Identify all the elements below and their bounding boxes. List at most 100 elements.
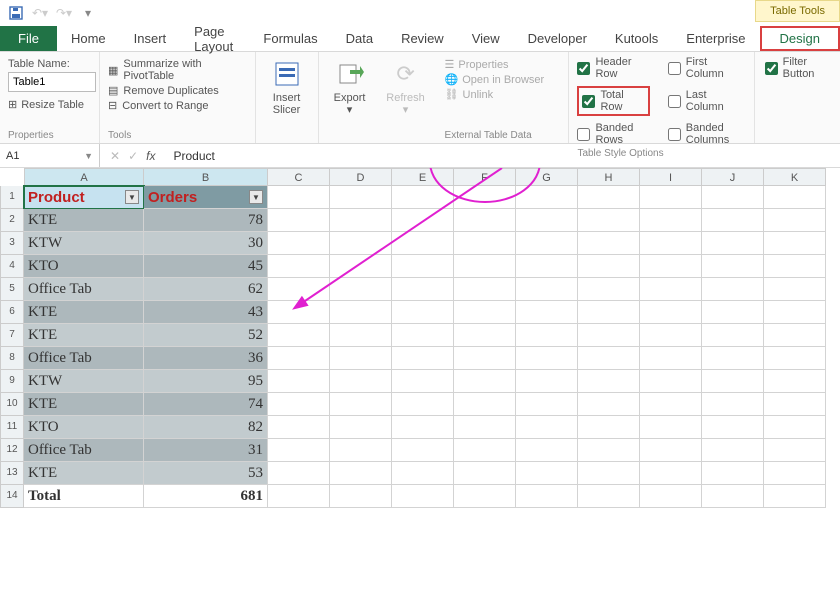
chk-last-column[interactable]: Last Column	[668, 86, 746, 116]
cell-empty[interactable]	[578, 186, 640, 209]
cell-empty[interactable]	[268, 416, 330, 439]
cell-empty[interactable]	[764, 462, 826, 485]
tab-enterprise[interactable]: Enterprise	[672, 26, 759, 51]
cell-empty[interactable]	[454, 439, 516, 462]
cell-empty[interactable]	[454, 324, 516, 347]
cell-orders[interactable]: 53	[144, 462, 268, 485]
cell-empty[interactable]	[764, 370, 826, 393]
cell-empty[interactable]	[764, 324, 826, 347]
cell-empty[interactable]	[454, 370, 516, 393]
cell-empty[interactable]	[268, 347, 330, 370]
cell-empty[interactable]	[516, 485, 578, 508]
colhead-f[interactable]: F	[454, 168, 516, 186]
rowhead[interactable]: 1	[0, 186, 24, 209]
resize-table-button[interactable]: ⊞ Resize Table	[8, 98, 91, 111]
cell-empty[interactable]	[640, 393, 702, 416]
cell-empty[interactable]	[578, 232, 640, 255]
cell-empty[interactable]	[392, 324, 454, 347]
cell-empty[interactable]	[702, 186, 764, 209]
colhead-b[interactable]: B	[144, 168, 268, 186]
cell-orders[interactable]: 31	[144, 439, 268, 462]
cell-empty[interactable]	[578, 324, 640, 347]
cell-product[interactable]: KTE	[24, 462, 144, 485]
formula-content[interactable]: Product	[165, 149, 222, 163]
cell-product[interactable]: KTO	[24, 416, 144, 439]
cell-empty[interactable]	[516, 255, 578, 278]
cell-orders[interactable]: 45	[144, 255, 268, 278]
undo-icon[interactable]: ↶▾	[30, 3, 50, 23]
cell-empty[interactable]	[764, 301, 826, 324]
cell-empty[interactable]	[640, 186, 702, 209]
name-box[interactable]: A1▼	[0, 144, 100, 167]
cell-empty[interactable]	[764, 186, 826, 209]
cell-empty[interactable]	[516, 209, 578, 232]
cell-empty[interactable]	[702, 393, 764, 416]
table-header-product[interactable]: Product▼	[24, 186, 144, 209]
rowhead[interactable]: 5	[0, 278, 24, 301]
cell-orders[interactable]: 62	[144, 278, 268, 301]
cell-empty[interactable]	[516, 301, 578, 324]
cell-empty[interactable]	[702, 416, 764, 439]
tab-design[interactable]: Design	[760, 26, 840, 51]
convert-range-button[interactable]: ⊟Convert to Range	[108, 99, 247, 112]
cell-empty[interactable]	[702, 324, 764, 347]
cell-empty[interactable]	[454, 209, 516, 232]
cell-empty[interactable]	[268, 209, 330, 232]
filter-dropdown-icon[interactable]: ▼	[125, 190, 139, 204]
cell-empty[interactable]	[516, 232, 578, 255]
cell-empty[interactable]	[578, 439, 640, 462]
rowhead[interactable]: 8	[0, 347, 24, 370]
cell-empty[interactable]	[268, 485, 330, 508]
rowhead[interactable]: 3	[0, 232, 24, 255]
colhead-c[interactable]: C	[268, 168, 330, 186]
cell-empty[interactable]	[516, 370, 578, 393]
cell-empty[interactable]	[640, 462, 702, 485]
cell-empty[interactable]	[268, 186, 330, 209]
cell-empty[interactable]	[764, 209, 826, 232]
cell-empty[interactable]	[640, 485, 702, 508]
cell-empty[interactable]	[764, 278, 826, 301]
cell-empty[interactable]	[268, 324, 330, 347]
cell-empty[interactable]	[516, 278, 578, 301]
chk-header-row[interactable]: Header Row	[577, 56, 649, 80]
cell-empty[interactable]	[330, 232, 392, 255]
cell-empty[interactable]	[454, 278, 516, 301]
cell-empty[interactable]	[578, 301, 640, 324]
colhead-i[interactable]: I	[640, 168, 702, 186]
file-tab[interactable]: File	[0, 26, 57, 51]
tab-data[interactable]: Data	[332, 26, 387, 51]
cell-empty[interactable]	[392, 462, 454, 485]
cell-empty[interactable]	[330, 255, 392, 278]
cell-empty[interactable]	[268, 393, 330, 416]
cell-empty[interactable]	[454, 347, 516, 370]
tab-kutools[interactable]: Kutools	[601, 26, 672, 51]
colhead-d[interactable]: D	[330, 168, 392, 186]
cell-empty[interactable]	[702, 278, 764, 301]
cell-total-value[interactable]: 681	[144, 485, 268, 508]
chk-banded-rows[interactable]: Banded Rows	[577, 122, 649, 146]
cell-empty[interactable]	[268, 301, 330, 324]
cell-empty[interactable]	[392, 393, 454, 416]
cell-empty[interactable]	[268, 255, 330, 278]
rowhead[interactable]: 6	[0, 301, 24, 324]
worksheet-grid[interactable]: A B C D E F G H I J K 1Product▼Orders▼2K…	[0, 168, 840, 508]
cell-empty[interactable]	[578, 416, 640, 439]
rowhead[interactable]: 11	[0, 416, 24, 439]
cell-empty[interactable]	[268, 232, 330, 255]
cell-empty[interactable]	[578, 393, 640, 416]
cell-empty[interactable]	[392, 255, 454, 278]
cell-empty[interactable]	[764, 485, 826, 508]
refresh-button[interactable]: ⟳ Refresh▾	[381, 58, 431, 116]
table-header-orders[interactable]: Orders▼	[144, 186, 268, 209]
tab-developer[interactable]: Developer	[514, 26, 601, 51]
cell-empty[interactable]	[702, 370, 764, 393]
chk-first-column[interactable]: First Column	[668, 56, 746, 80]
cell-empty[interactable]	[330, 439, 392, 462]
cell-empty[interactable]	[392, 347, 454, 370]
colhead-j[interactable]: J	[702, 168, 764, 186]
cell-empty[interactable]	[392, 370, 454, 393]
cell-empty[interactable]	[702, 485, 764, 508]
cell-product[interactable]: KTW	[24, 370, 144, 393]
cell-empty[interactable]	[454, 393, 516, 416]
cell-empty[interactable]	[578, 462, 640, 485]
